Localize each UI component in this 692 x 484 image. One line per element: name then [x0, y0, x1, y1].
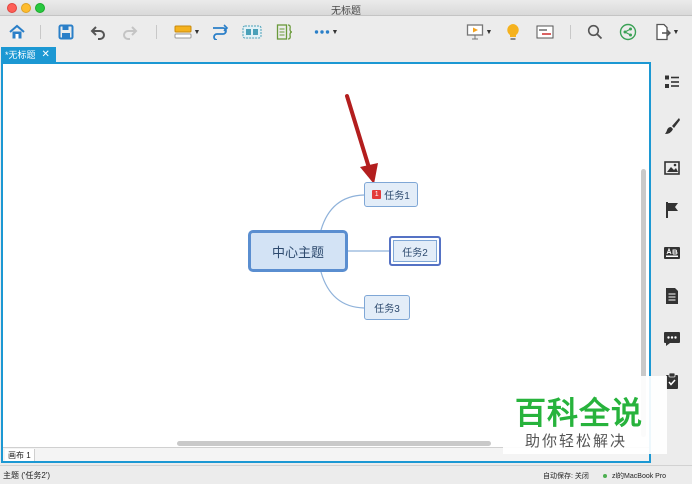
- save-icon: [58, 24, 74, 40]
- presentation-icon: [466, 24, 483, 40]
- notes-icon: [666, 288, 678, 304]
- annotation-arrow-head: [360, 163, 378, 184]
- relationship-button[interactable]: [209, 21, 231, 43]
- toolbar-separator: [40, 25, 41, 39]
- brainstorm-button[interactable]: [502, 21, 524, 43]
- chevron-down-icon: ▼: [485, 28, 493, 36]
- insert-topic-icon: [174, 25, 192, 39]
- save-button[interactable]: [55, 21, 77, 43]
- status-bar: 主题 ('任务2') 自动保存: 关闭 zl的MacBook Pro: [0, 465, 692, 484]
- watermark-logo: 百科全说 助你轻松解决: [503, 376, 667, 454]
- horizontal-scrollbar[interactable]: [177, 441, 491, 446]
- share-icon: [619, 23, 637, 41]
- brainstorm-icon: [507, 24, 519, 40]
- relationship-icon: [213, 24, 229, 40]
- toolbar: ▼ ▼ ▼ ▼: [0, 17, 692, 46]
- branch-line-1: [320, 194, 365, 231]
- undo-button[interactable]: [87, 21, 109, 43]
- branch-line-3: [320, 271, 365, 309]
- central-topic[interactable]: 中心主题: [248, 230, 348, 272]
- close-tab-icon[interactable]: ✕: [42, 49, 50, 60]
- format-button[interactable]: [662, 116, 682, 136]
- home-icon: [9, 24, 25, 39]
- comment-button[interactable]: [662, 329, 682, 349]
- flag-icon: [666, 202, 678, 218]
- subtopic-label: 任务2: [402, 247, 428, 259]
- document-tab-strip: *无标题 ✕: [0, 46, 652, 62]
- device-name: zl的MacBook Pro: [612, 473, 667, 480]
- text-style-icon: [664, 247, 680, 259]
- gantt-icon: [536, 25, 554, 39]
- notes-button[interactable]: [662, 286, 682, 306]
- comment-icon: [664, 332, 680, 346]
- toolbar-separator: [570, 25, 571, 39]
- image-icon: [664, 161, 680, 175]
- watermark-title: 百科全说: [515, 396, 643, 432]
- chevron-down-icon: ▼: [193, 28, 201, 36]
- document-tab[interactable]: *无标题 ✕: [1, 47, 56, 62]
- title-bar: 无标题: [0, 0, 692, 17]
- priority-1-icon: 1: [372, 190, 382, 199]
- document-tab-label: *无标题: [5, 50, 36, 60]
- outline-icon: [665, 75, 679, 88]
- summary-icon: [276, 24, 293, 40]
- redo-button[interactable]: [119, 21, 141, 43]
- watermark-subtitle: 助你轻松解决: [525, 432, 628, 450]
- more-button[interactable]: ▼: [309, 21, 343, 43]
- search-icon: [587, 24, 603, 40]
- chevron-down-icon: ▼: [672, 28, 680, 36]
- export-button[interactable]: ▼: [650, 21, 684, 43]
- insert-topic-button[interactable]: ▼: [170, 21, 204, 43]
- selection-status: 主题 ('任务2'): [3, 471, 51, 480]
- outline-button[interactable]: [662, 72, 682, 92]
- home-button[interactable]: [6, 21, 28, 43]
- marker-button[interactable]: [662, 200, 682, 220]
- search-button[interactable]: [584, 21, 606, 43]
- subtopic-task-3[interactable]: 任务3: [364, 295, 410, 320]
- autosave-status[interactable]: 自动保存: 关闭: [543, 471, 589, 481]
- annotation-arrow: [345, 94, 372, 173]
- boundary-icon: [242, 25, 262, 39]
- window-title: 无标题: [331, 6, 361, 17]
- undo-icon: [90, 26, 105, 40]
- presentation-button[interactable]: ▼: [462, 21, 496, 43]
- export-icon: [655, 23, 671, 41]
- subtopic-label: 任务1: [384, 191, 410, 202]
- format-brush-icon: [665, 118, 680, 134]
- subtopic-task-1[interactable]: 1 任务1: [364, 182, 418, 207]
- share-button[interactable]: [617, 21, 639, 43]
- text-style-button[interactable]: [662, 243, 682, 263]
- chevron-down-icon: ▼: [331, 28, 339, 36]
- toolbar-separator: [156, 25, 157, 39]
- boundary-button[interactable]: [241, 21, 263, 43]
- redo-icon: [123, 26, 138, 40]
- sheet-tab[interactable]: 画布 1: [5, 449, 35, 461]
- gantt-button[interactable]: [534, 21, 556, 43]
- subtopic-label: 任务3: [374, 304, 400, 315]
- subtopic-task-2[interactable]: 任务2: [389, 236, 441, 266]
- online-status-icon: [603, 474, 607, 478]
- summary-button[interactable]: [274, 21, 296, 43]
- more-icon: [314, 30, 329, 34]
- task-icon: [666, 372, 678, 389]
- image-button[interactable]: [662, 158, 682, 178]
